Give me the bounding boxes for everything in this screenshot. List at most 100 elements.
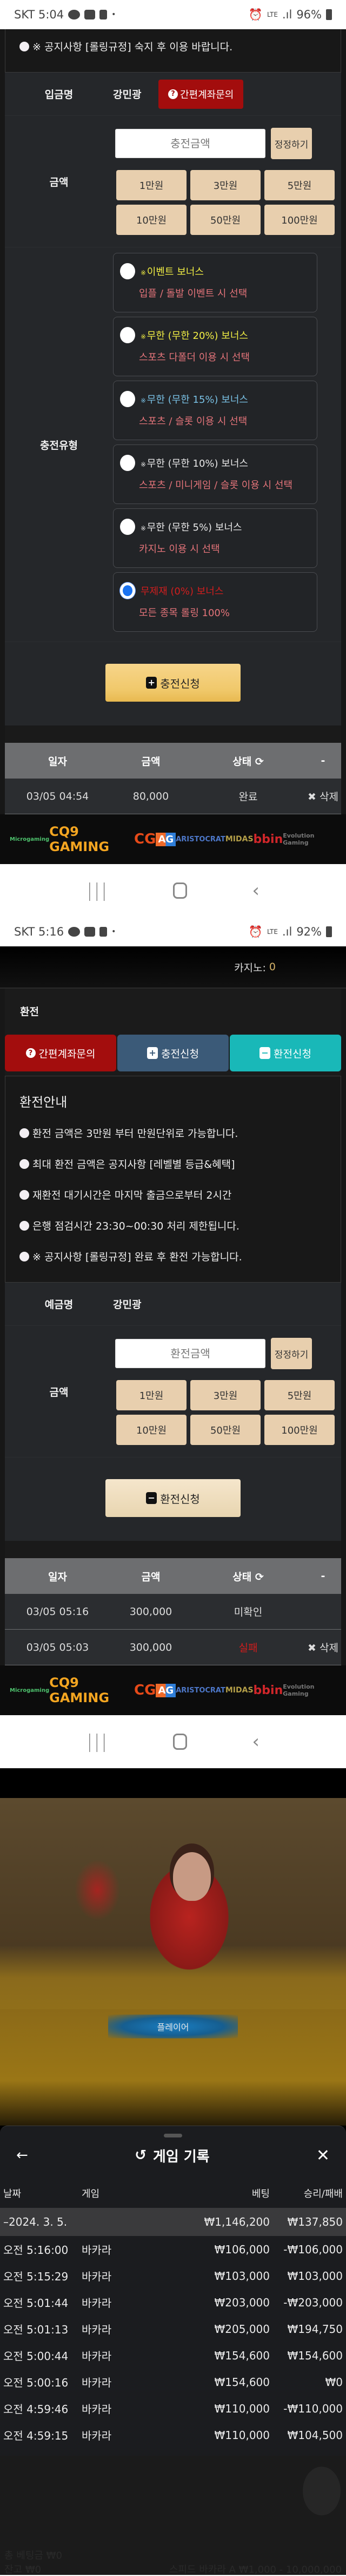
chip-3[interactable]: 3만원 (190, 1380, 261, 1410)
withdraw-submit-button[interactable]: − 환전신청 (105, 1479, 241, 1517)
home-button[interactable] (173, 1734, 188, 1750)
note-mark-icon: ※ (141, 397, 147, 404)
record-row[interactable]: 오전 5:15:29 바카라 ₩103,000 ₩103,000 (0, 2263, 346, 2289)
bonus-option[interactable]: ※ 무한 (무한 5%) 보너스 카지노 이용 시 선택 (113, 508, 317, 568)
fix-button[interactable]: 정정하기 (271, 128, 312, 159)
bet-spot-player[interactable]: 플레이어 (108, 2015, 238, 2038)
chip-100[interactable]: 100만원 (264, 1415, 335, 1445)
chip-5[interactable]: 5만원 (264, 170, 335, 200)
info-item: 은행 점검시간 23:30~00:30 처리 제한됩니다. (19, 1218, 327, 1233)
account-inquiry-button[interactable]: ? 간편계좌문의 (158, 79, 244, 109)
bonus-option[interactable]: 무제재 (0%) 보너스 모든 종목 롤링 100% (113, 572, 317, 632)
balance-faint: 잔고 ₩0 (4, 2564, 42, 2575)
chip-1[interactable]: 1만원 (116, 1380, 187, 1410)
logo-midas: MIDAS (225, 835, 254, 844)
note-mark-icon: ※ (141, 333, 147, 341)
logo-ag: AG (156, 832, 176, 846)
tab-withdraw[interactable]: − 환전신청 (230, 1035, 341, 1071)
record-time: 오전 5:00:16 (3, 2376, 69, 2389)
record-row[interactable]: 오전 5:00:44 바카라 ₩154,600 ₩154,600 (0, 2342, 346, 2369)
delete-button[interactable]: ✖ 삭제 (305, 1640, 341, 1655)
chip-5[interactable]: 5만원 (264, 1380, 335, 1410)
fix-button[interactable]: 정정하기 (271, 1338, 312, 1369)
record-row[interactable]: 오전 5:01:13 바카라 ₩205,000 ₩194,750 (0, 2316, 346, 2342)
col-status-label: 상태 (232, 755, 252, 768)
withdraw-amount-input[interactable] (115, 1339, 265, 1368)
record-row[interactable]: 오전 4:59:46 바카라 ₩110,000 -₩110,000 (0, 2395, 346, 2422)
info-item: 최대 환전 금액은 공지사항 [레벨별 등급&혜택] (19, 1156, 327, 1171)
col-date: 날짜 (3, 2188, 22, 2200)
charge-submit-button[interactable]: + 충전신청 (105, 664, 241, 702)
battery-icon (326, 9, 332, 20)
bullet-icon (19, 42, 29, 51)
more-dot-icon: • (111, 10, 116, 19)
chip-10[interactable]: 10만원 (116, 205, 187, 235)
signal-icon: .ıl (282, 8, 292, 21)
record-time: 오전 4:59:15 (3, 2429, 69, 2442)
record-row[interactable]: 오전 5:01:44 바카라 ₩203,000 -₩203,000 (0, 2289, 346, 2316)
tab-account-inquiry[interactable]: ? 간편계좌문의 (5, 1035, 116, 1071)
chip-1[interactable]: 1만원 (116, 170, 187, 200)
col-bet: 베팅 (251, 2188, 270, 2200)
record-row[interactable]: 오전 4:59:15 바카라 ₩110,000 ₩104,500 (0, 2422, 346, 2448)
info-text: ※ 공지사항 [롤링규정] 완료 후 환전 가능합니다. (32, 1251, 242, 1263)
radio-button[interactable] (120, 583, 135, 599)
bonus-option[interactable]: ※ 이벤트 보너스 입플 / 돌발 이벤트 시 선택 (113, 253, 317, 312)
bonus-desc: 스포츠 / 슬롯 이용 시 선택 (139, 416, 248, 427)
total-bet-faint: 총 베팅금 ₩0 (4, 2550, 62, 2561)
refresh-icon[interactable]: ⟳ (255, 756, 264, 768)
android-nav-bar: ||| ‹ (0, 864, 346, 917)
radio-button[interactable] (120, 519, 135, 535)
radio-button[interactable] (120, 391, 135, 407)
delete-button[interactable]: ✖ 삭제 (305, 789, 341, 803)
chip-50[interactable]: 50만원 (190, 205, 261, 235)
radio-button[interactable] (120, 263, 135, 279)
depositor-row: 입금명 강민광 ? 간편계좌문의 (5, 73, 341, 116)
total-row[interactable]: –2024. 3. 5. ₩1,146,200 ₩137,850 (0, 2208, 346, 2236)
delete-label: 삭제 (320, 791, 338, 803)
close-icon[interactable]: ✕ (316, 2146, 330, 2165)
col-result: 승리/패배 (303, 2188, 343, 2200)
history-icon: ↺ (135, 2147, 147, 2163)
bonus-option[interactable]: ※ 무한 (무한 10%) 보너스 스포츠 / 미니게임 / 슬롯 이용 시 선택 (113, 444, 317, 504)
recents-button[interactable]: ||| (86, 1731, 108, 1753)
record-bet: ₩103,000 (214, 2269, 270, 2283)
drag-handle[interactable] (164, 2134, 182, 2137)
record-result: ₩0 (325, 2375, 343, 2389)
record-bet: ₩110,000 (214, 2402, 270, 2415)
chip-50[interactable]: 50만원 (190, 1415, 261, 1445)
charge-amount-input[interactable] (115, 129, 265, 158)
col-status[interactable]: 상태 ⟳ (191, 754, 305, 768)
col-action: - (321, 755, 325, 767)
record-row[interactable]: 오전 5:00:16 바카라 ₩154,600 ₩0 (0, 2369, 346, 2395)
spacer (5, 725, 341, 743)
app-b-icon (99, 10, 108, 19)
recents-button[interactable]: ||| (86, 880, 108, 901)
tab-charge[interactable]: + 충전신청 (117, 1035, 229, 1071)
back-button[interactable]: ‹ (252, 1731, 260, 1753)
bonus-list: ※ 이벤트 보너스 입플 / 돌발 이벤트 시 선택 ※ 무한 (무한 20%) 보… (113, 247, 341, 642)
delete-label: 삭제 (320, 1642, 338, 1654)
table-header: 일자 금액 상태 ⟳ - (5, 1558, 341, 1594)
chip-10[interactable]: 10만원 (116, 1415, 187, 1445)
chip-100[interactable]: 100만원 (264, 205, 335, 235)
back-button[interactable]: ‹ (252, 880, 260, 901)
plus-icon: + (146, 677, 157, 689)
col-status[interactable]: 상태 ⟳ (191, 1569, 305, 1584)
back-arrow-icon[interactable]: ← (16, 2147, 28, 2163)
refresh-icon[interactable]: ⟳ (255, 1571, 264, 1583)
bonus-option[interactable]: ※ 무한 (무한 20%) 보너스 스포츠 다폴더 이용 시 선택 (113, 317, 317, 376)
home-button[interactable] (173, 882, 188, 899)
radio-button[interactable] (120, 327, 135, 343)
radio-button[interactable] (120, 455, 135, 471)
amount-label: 금액 (49, 1386, 69, 1398)
logo-evolution: Evolution Gaming (283, 832, 315, 846)
record-row[interactable]: 오전 5:16:00 바카라 ₩106,000 -₩106,000 (0, 2236, 346, 2263)
record-result: -₩203,000 (283, 2296, 343, 2309)
bonus-title: ※ 무한 (무한 10%) 보너스 (141, 456, 248, 470)
menu-icon[interactable] (303, 2467, 341, 2515)
carrier-time: SKT 5:04 (14, 8, 64, 21)
chip-3[interactable]: 3만원 (190, 170, 261, 200)
bonus-option[interactable]: ※ 무한 (무한 15%) 보너스 스포츠 / 슬롯 이용 시 선택 (113, 381, 317, 440)
section-title: 환전 (5, 989, 341, 1035)
